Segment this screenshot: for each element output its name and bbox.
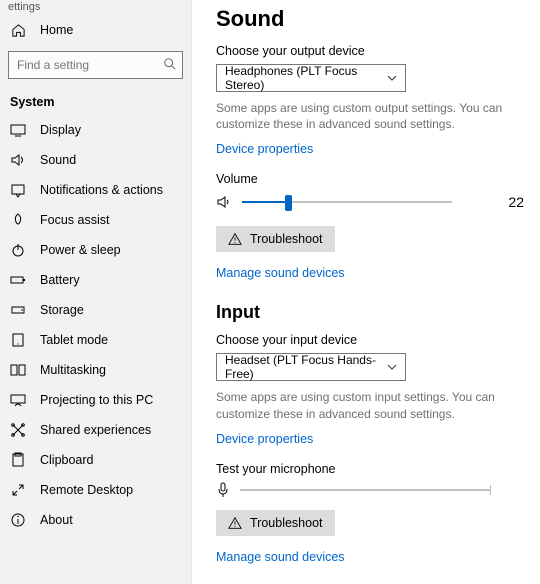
battery-icon [10, 272, 26, 288]
nav-home-label: Home [40, 23, 73, 37]
sidebar-item-label: Notifications & actions [40, 183, 163, 197]
output-device-selected: Headphones (PLT Focus Stereo) [225, 64, 387, 92]
output-note: Some apps are using custom output settin… [216, 100, 516, 132]
manage-output-devices-link[interactable]: Manage sound devices [216, 266, 345, 280]
project-icon [10, 392, 26, 408]
notifications-icon [10, 182, 26, 198]
sidebar-item-label: Remote Desktop [40, 483, 133, 497]
test-mic-label: Test your microphone [216, 462, 530, 476]
chevron-down-icon [387, 73, 397, 83]
sidebar-item-label: Display [40, 123, 81, 137]
sidebar-item-label: Shared experiences [40, 423, 151, 437]
sidebar-item-storage[interactable]: Storage [0, 295, 191, 325]
input-heading: Input [216, 302, 530, 323]
home-icon [10, 22, 26, 38]
sidebar-item-label: Tablet mode [40, 333, 108, 347]
search-wrap [8, 51, 183, 79]
sidebar-item-label: Multitasking [40, 363, 106, 377]
page-title: Sound [216, 6, 530, 32]
multitask-icon [10, 362, 26, 378]
sidebar-item-shared-experiences[interactable]: Shared experiences [0, 415, 191, 445]
input-note: Some apps are using custom input setting… [216, 389, 516, 421]
volume-slider[interactable] [242, 192, 452, 212]
sidebar-item-label: Sound [40, 153, 76, 167]
sidebar-item-battery[interactable]: Battery [0, 265, 191, 295]
button-label: Troubleshoot [250, 516, 323, 530]
sidebar-item-clipboard[interactable]: Clipboard [0, 445, 191, 475]
slider-fill [242, 201, 288, 203]
window-title-truncated: ettings [0, 0, 191, 15]
mic-level-meter [240, 489, 490, 491]
input-device-properties-link[interactable]: Device properties [216, 432, 313, 446]
sidebar-item-notifications[interactable]: Notifications & actions [0, 175, 191, 205]
sidebar-item-about[interactable]: About [0, 505, 191, 535]
manage-input-devices-link[interactable]: Manage sound devices [216, 550, 345, 564]
sidebar-item-label: Clipboard [40, 453, 94, 467]
input-device-dropdown[interactable]: Headset (PLT Focus Hands-Free) [216, 353, 406, 381]
sidebar-item-projecting[interactable]: Projecting to this PC [0, 385, 191, 415]
chevron-down-icon [387, 362, 397, 372]
search-input[interactable] [8, 51, 183, 79]
output-troubleshoot-button[interactable]: Troubleshoot [216, 226, 335, 252]
search-icon [163, 57, 177, 71]
slider-thumb[interactable] [285, 195, 292, 211]
remote-icon [10, 482, 26, 498]
input-device-selected: Headset (PLT Focus Hands-Free) [225, 353, 387, 381]
tablet-icon [10, 332, 26, 348]
sidebar-item-multitasking[interactable]: Multitasking [0, 355, 191, 385]
sidebar-item-label: Battery [40, 273, 80, 287]
storage-icon [10, 302, 26, 318]
output-device-properties-link[interactable]: Device properties [216, 142, 313, 156]
input-device-label: Choose your input device [216, 333, 530, 347]
focus-icon [10, 212, 26, 228]
sidebar-item-sound[interactable]: Sound [0, 145, 191, 175]
sidebar-item-label: Focus assist [40, 213, 109, 227]
sidebar: ettings Home System Display Sound Notifi… [0, 0, 192, 584]
volume-value: 22 [494, 194, 524, 210]
sidebar-item-label: About [40, 513, 73, 527]
volume-label: Volume [216, 172, 530, 186]
sidebar-item-display[interactable]: Display [0, 115, 191, 145]
power-icon [10, 242, 26, 258]
nav-home[interactable]: Home [0, 15, 191, 45]
sidebar-item-label: Projecting to this PC [40, 393, 153, 407]
speaker-icon[interactable] [216, 194, 232, 210]
sidebar-item-label: Power & sleep [40, 243, 121, 257]
sidebar-item-label: Storage [40, 303, 84, 317]
output-device-label: Choose your output device [216, 44, 530, 58]
microphone-icon [216, 482, 230, 498]
sidebar-item-tablet-mode[interactable]: Tablet mode [0, 325, 191, 355]
output-device-dropdown[interactable]: Headphones (PLT Focus Stereo) [216, 64, 406, 92]
about-icon [10, 512, 26, 528]
sound-icon [10, 152, 26, 168]
warning-icon [228, 232, 242, 246]
input-troubleshoot-button[interactable]: Troubleshoot [216, 510, 335, 536]
button-label: Troubleshoot [250, 232, 323, 246]
sidebar-item-remote-desktop[interactable]: Remote Desktop [0, 475, 191, 505]
warning-icon [228, 516, 242, 530]
sidebar-item-power-sleep[interactable]: Power & sleep [0, 235, 191, 265]
display-icon [10, 122, 26, 138]
sidebar-item-focus-assist[interactable]: Focus assist [0, 205, 191, 235]
main-content: Sound Choose your output device Headphon… [192, 0, 540, 584]
clipboard-icon [10, 452, 26, 468]
sidebar-group-title: System [0, 89, 191, 115]
shared-icon [10, 422, 26, 438]
